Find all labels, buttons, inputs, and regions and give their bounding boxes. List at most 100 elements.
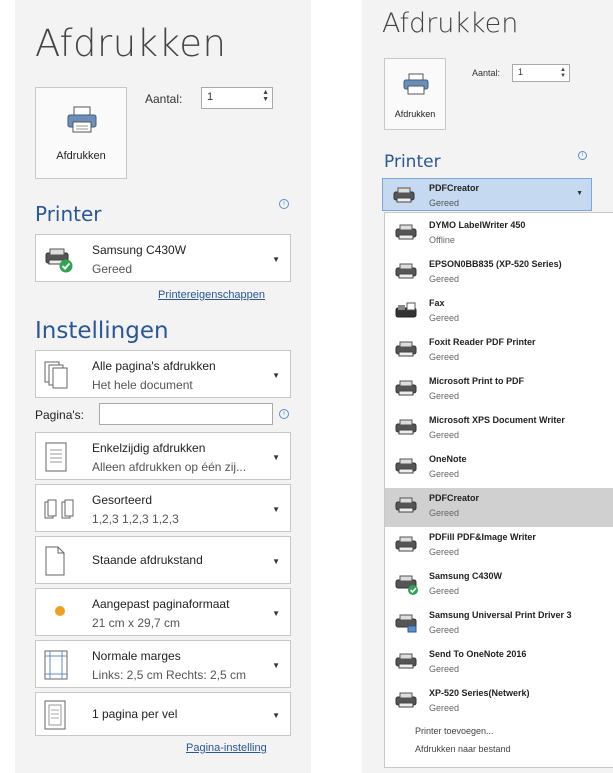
copies-value: 1: [207, 91, 214, 103]
printer-item-name: Samsung Universal Print Driver 3: [429, 610, 572, 620]
printer-item-status: Gereed: [429, 625, 460, 635]
chevron-down-icon: ▼: [272, 255, 280, 264]
printer-item-name: XP-520 Series(Netwerk): [429, 688, 530, 698]
settings-heading: Instellingen: [35, 318, 169, 344]
chevron-down-icon: ▼: [272, 711, 280, 720]
printer-item-status: Gereed: [429, 469, 460, 479]
printer-list-item[interactable]: DYMO LabelWriter 450 Offline: [385, 215, 613, 254]
pages-input[interactable]: [99, 403, 273, 425]
pages-label: Pagina's:: [35, 408, 84, 422]
printer-item-status: Gereed: [429, 430, 460, 440]
pages-icon: [44, 361, 68, 389]
orientation-dropdown[interactable]: Staande afdrukstand ▼: [35, 536, 291, 584]
chevron-down-icon: ▼: [272, 453, 280, 462]
copies-input[interactable]: 1 ▲ ▼: [201, 87, 273, 109]
custom-size-icon: [55, 606, 65, 616]
printer-default-icon: [395, 575, 418, 595]
printer-icon: [393, 187, 415, 203]
margins-label: Normale marges: [92, 649, 181, 663]
print-range-dropdown[interactable]: Alle pagina's afdrukken Het hele documen…: [35, 350, 291, 398]
sides-desc: Alleen afdrukken op één zij...: [92, 460, 247, 474]
printer-item-status: Gereed: [429, 547, 460, 557]
printer-item-status: Gereed: [429, 586, 460, 596]
chevron-down-icon: ▼: [272, 371, 280, 380]
printer-item-status: Gereed: [429, 274, 460, 284]
page-setup-link[interactable]: Pagina-instelling: [186, 742, 267, 754]
printer-icon: [395, 497, 417, 513]
pages-per-sheet-dropdown[interactable]: 1 pagina per vel ▼: [35, 692, 291, 736]
margins-desc: Links: 2,5 cm Rechts: 2,5 cm: [92, 668, 247, 682]
selected-printer-name: PDFCreator: [429, 183, 480, 193]
printer-item-status: Gereed: [429, 352, 460, 362]
margins-icon: [44, 650, 68, 680]
printer-default-icon: [45, 248, 73, 273]
print-to-file-option[interactable]: Afdrukken naar bestand: [415, 744, 511, 754]
printer-dropdown-open[interactable]: PDFCreator Gereed ▼: [382, 178, 592, 211]
print-button[interactable]: Afdrukken: [35, 87, 127, 179]
chevron-down-icon: ▼: [576, 190, 583, 197]
printer-icon: [395, 458, 417, 474]
print-panel-left: Afdrukken Afdrukken Aantal: 1 ▲ ▼ Printer…: [15, 0, 311, 773]
info-icon[interactable]: i: [578, 151, 587, 160]
copies-label: Aantal:: [472, 68, 501, 78]
paper-size-dropdown[interactable]: Aangepast paginaformaat 21 cm x 29,7 cm …: [35, 588, 291, 636]
collate-dropdown[interactable]: Gesorteerd 1,2,3 1,2,3 1,2,3 ▼: [35, 484, 291, 532]
collate-label: Gesorteerd: [92, 493, 153, 507]
print-button[interactable]: Afdrukken: [384, 58, 446, 130]
printer-list-item[interactable]: Send To OneNote 2016 Gereed: [385, 644, 613, 683]
chevron-down-icon: ▼: [272, 505, 280, 514]
orientation-label: Staande afdrukstand: [92, 553, 203, 567]
copies-label: Aantal:: [145, 92, 183, 106]
printer-properties-link[interactable]: Printereigenschappen: [158, 289, 265, 301]
copies-value: 1: [518, 67, 524, 77]
printer-item-name: Samsung C430W: [429, 571, 503, 581]
printer-list-item[interactable]: PDFCreator Gereed: [385, 488, 613, 527]
printer-list-item[interactable]: Fax Gereed: [385, 293, 613, 332]
collate-desc: 1,2,3 1,2,3 1,2,3: [92, 512, 179, 526]
info-icon[interactable]: i: [279, 409, 289, 419]
printer-item-name: EPSON0BB835 (XP-520 Series): [429, 259, 562, 269]
printer-icon: [403, 73, 429, 95]
printer-list-item[interactable]: EPSON0BB835 (XP-520 Series) Gereed: [385, 254, 613, 293]
paper-size-desc: 21 cm x 29,7 cm: [92, 616, 181, 630]
printer-item-name: Microsoft Print to PDF: [429, 376, 524, 386]
add-printer-link[interactable]: Printer toevoegen...: [415, 726, 494, 736]
printer-list-item[interactable]: PDFill PDF&Image Writer Gereed: [385, 527, 613, 566]
selected-printer-status: Gereed: [429, 198, 460, 208]
portrait-icon: [45, 546, 65, 576]
printer-heading: Printer: [384, 152, 441, 172]
printer-item-name: DYMO LabelWriter 450: [429, 220, 526, 230]
pages-per-sheet-label: 1 pagina per vel: [92, 707, 178, 721]
printer-list-item[interactable]: OneNote Gereed: [385, 449, 613, 488]
printer-item-name: PDFCreator: [429, 493, 480, 503]
chevron-down-icon: ▼: [272, 661, 280, 670]
margins-dropdown[interactable]: Normale marges Links: 2,5 cm Rechts: 2,5…: [35, 640, 291, 688]
sides-dropdown[interactable]: Enkelzijdig afdrukken Alleen afdrukken o…: [35, 432, 291, 480]
printer-item-status: Offline: [429, 235, 455, 245]
collated-icon: [44, 499, 74, 519]
printer-icon: [395, 263, 417, 279]
print-button-label: Afdrukken: [394, 109, 436, 119]
spin-arrows-icon[interactable]: ▲ ▼: [560, 67, 566, 79]
printer-list-item[interactable]: XP-520 Series(Netwerk) Gereed: [385, 683, 613, 722]
printer-icon: [395, 653, 417, 669]
chevron-down-icon: ▼: [272, 609, 280, 618]
printer-dropdown[interactable]: Samsung C430W Gereed ▼: [35, 234, 291, 282]
paper-size-label: Aangepast paginaformaat: [92, 597, 230, 611]
printer-list-item[interactable]: Foxit Reader PDF Printer Gereed: [385, 332, 613, 371]
printer-item-status: Gereed: [429, 391, 460, 401]
printer-item-name: Send To OneNote 2016: [429, 649, 527, 659]
page-title: Afdrukken: [35, 22, 227, 65]
single-sided-icon: [45, 442, 67, 472]
printer-icon: [395, 692, 417, 708]
printer-list-item[interactable]: Samsung Universal Print Driver 3 Gereed: [385, 605, 613, 644]
printer-item-name: Foxit Reader PDF Printer: [429, 337, 536, 347]
chevron-down-icon: ▼: [272, 557, 280, 566]
printer-list-item[interactable]: Microsoft Print to PDF Gereed: [385, 371, 613, 410]
info-icon[interactable]: i: [279, 199, 289, 209]
printer-list-item[interactable]: Microsoft XPS Document Writer Gereed: [385, 410, 613, 449]
printer-list-item[interactable]: Samsung C430W Gereed: [385, 566, 613, 605]
copies-input[interactable]: 1 ▲ ▼: [512, 64, 570, 82]
spin-arrows-icon[interactable]: ▲ ▼: [262, 89, 269, 103]
printer-item-status: Gereed: [429, 508, 460, 518]
